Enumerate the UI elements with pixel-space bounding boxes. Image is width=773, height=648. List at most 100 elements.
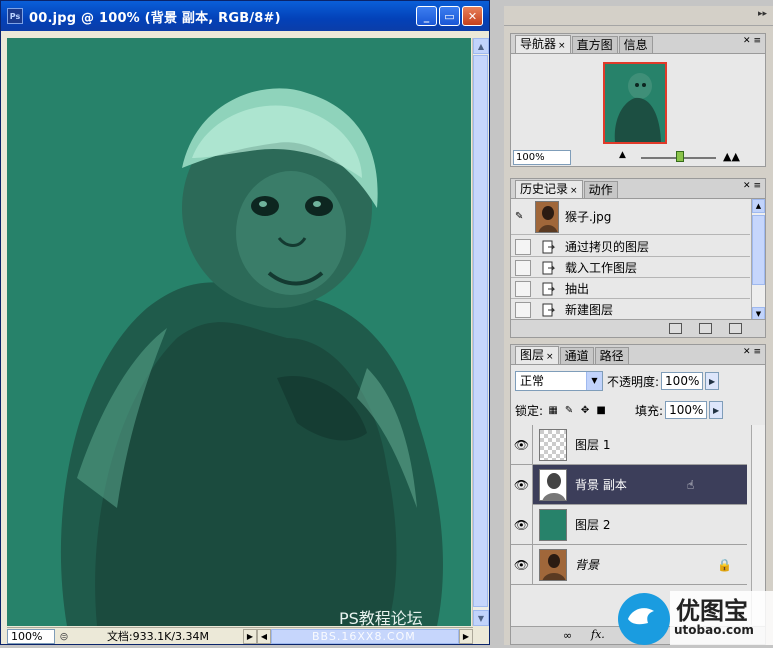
- minimize-button[interactable]: _: [416, 6, 437, 26]
- tab-history[interactable]: 历史记录 ×: [515, 180, 583, 198]
- tab-info[interactable]: 信息: [618, 36, 653, 53]
- snapshot-label: 猴子.jpg: [565, 210, 612, 224]
- document-title: 00.jpg @ 100% (背景 副本, RGB/8#): [29, 10, 281, 26]
- tab-navigator[interactable]: 导航器 ×: [515, 35, 571, 53]
- fill-field[interactable]: 100%: [665, 401, 708, 419]
- history-step[interactable]: 通过拷贝的图层: [511, 237, 750, 257]
- image-canvas[interactable]: [7, 38, 471, 626]
- layer-name: 背景: [575, 558, 600, 572]
- utobao-logo: 优图宝 utobao.com: [618, 583, 773, 645]
- layer-row-selected[interactable]: 👁 背景 副本 ☝: [511, 464, 747, 505]
- logo-name: 优图宝: [676, 597, 748, 625]
- document-size-info: 文档:933.1K/3.34M: [106, 630, 210, 643]
- tab-channels[interactable]: 通道: [559, 347, 594, 364]
- lock-transparency-icon[interactable]: ▦: [547, 404, 559, 416]
- panel-menu-icon[interactable]: ✕ ≡: [743, 347, 761, 357]
- eye-icon[interactable]: 👁: [511, 544, 533, 585]
- scroll-watermark: BBS.16XX8.COM: [312, 629, 416, 643]
- history-source-checkbox[interactable]: [515, 238, 531, 255]
- panel-dock: ▸▸ 导航器 × 直方图 信息 ✕ ≡ 100% ▲ ▲▲ 历史记录 × 动作 ✕ …: [504, 6, 773, 645]
- history-brush-icon: ✎: [515, 211, 524, 222]
- eye-icon[interactable]: 👁: [511, 464, 533, 505]
- history-panel: 历史记录× 动作 ✕ ≡ ✎ 猴子.jpg 通过拷贝的图层 载入工作图层 抽出: [510, 178, 766, 338]
- panel-menu-icon[interactable]: ✕ ≡: [743, 181, 761, 191]
- zoom-slider-knob[interactable]: [676, 151, 684, 162]
- layer-name: 图层 2: [575, 518, 611, 532]
- history-step-label: 抽出: [565, 282, 590, 296]
- layer-thumbnail: [539, 428, 567, 461]
- zoom-in-icon[interactable]: ▲▲: [723, 150, 740, 163]
- history-footer: [511, 319, 765, 337]
- link-layers-icon[interactable]: ∞: [563, 629, 572, 642]
- scroll-right-arrow-icon[interactable]: ▶: [459, 628, 473, 644]
- lock-icon: 🔒: [717, 557, 732, 572]
- navigator-zoom-field[interactable]: 100%: [513, 150, 571, 165]
- hand-cursor-icon: ☝: [686, 477, 695, 492]
- zoom-out-icon[interactable]: ▲: [619, 150, 626, 160]
- document-window: Ps 00.jpg @ 100% (背景 副本, RGB/8#) _ ▭ ✕ ▲…: [0, 0, 490, 645]
- layer-name: 图层 1: [575, 438, 611, 452]
- eye-icon[interactable]: 👁: [511, 424, 533, 465]
- layer-thumbnail: [539, 508, 567, 541]
- opacity-label: 不透明度:: [607, 374, 660, 389]
- history-step[interactable]: 新建图层: [511, 300, 750, 320]
- collapse-dock-icon[interactable]: ▸▸: [758, 9, 767, 19]
- new-document-from-state-icon[interactable]: [669, 323, 682, 334]
- history-step-label: 通过拷贝的图层: [565, 240, 650, 254]
- layer-style-icon[interactable]: fx.: [591, 628, 605, 641]
- scroll-up-arrow-icon[interactable]: ▲: [473, 38, 489, 54]
- opacity-field[interactable]: 100%: [661, 372, 704, 390]
- blend-mode-select[interactable]: 正常 ▼: [515, 371, 603, 391]
- tab-histogram[interactable]: 直方图: [571, 36, 618, 53]
- lock-position-icon[interactable]: ✥: [579, 404, 591, 416]
- maximize-button[interactable]: ▭: [439, 6, 460, 26]
- scroll-thumb[interactable]: [473, 55, 488, 607]
- panel-menu-icon[interactable]: ✕ ≡: [743, 36, 761, 46]
- history-step[interactable]: 载入工作图层: [511, 258, 750, 278]
- close-button[interactable]: ✕: [462, 6, 483, 26]
- chevron-down-icon[interactable]: ▼: [586, 372, 602, 390]
- scroll-down-arrow-icon[interactable]: ▼: [473, 610, 489, 626]
- history-source-checkbox[interactable]: [515, 259, 531, 276]
- monkey-image: [7, 38, 471, 626]
- layer-thumbnail: [539, 548, 567, 581]
- navigator-thumbnail[interactable]: [603, 62, 667, 144]
- status-menu-arrow-icon[interactable]: ▶: [243, 628, 257, 644]
- history-step-label: 载入工作图层: [565, 261, 638, 275]
- document-info-icon[interactable]: ⊜: [55, 630, 73, 643]
- logo-url: utobao.com: [674, 623, 754, 637]
- lock-all-icon[interactable]: ■: [595, 404, 607, 416]
- blend-mode-value: 正常: [520, 374, 545, 388]
- close-tab-icon[interactable]: ×: [558, 41, 566, 51]
- layer-row[interactable]: 👁 图层 1: [511, 424, 747, 465]
- opacity-slider-arrow-icon[interactable]: ▶: [705, 372, 720, 390]
- tab-layers[interactable]: 图层 ×: [515, 346, 559, 364]
- fill-slider-arrow-icon[interactable]: ▶: [709, 401, 724, 419]
- close-tab-icon[interactable]: ×: [570, 186, 578, 196]
- history-snapshot[interactable]: ✎ 猴子.jpg: [511, 199, 750, 235]
- history-source-checkbox[interactable]: [515, 301, 531, 318]
- document-titlebar[interactable]: Ps 00.jpg @ 100% (背景 副本, RGB/8#) _ ▭ ✕: [1, 1, 489, 31]
- status-bar: 100% ⊜ 文档:933.1K/3.34M ▶ ◀ BBS.16XX8.COM…: [7, 627, 473, 644]
- close-tab-icon[interactable]: ×: [546, 352, 554, 362]
- tab-actions[interactable]: 动作: [583, 181, 618, 198]
- history-scrollbar[interactable]: ▲ ▼: [751, 199, 765, 321]
- history-step[interactable]: 抽出: [511, 279, 750, 299]
- tab-paths[interactable]: 路径: [594, 347, 629, 364]
- horizontal-scrollbar[interactable]: BBS.16XX8.COM: [271, 628, 459, 644]
- delete-state-icon[interactable]: [729, 323, 742, 334]
- scroll-up-arrow-icon[interactable]: ▲: [752, 199, 765, 213]
- history-step-icon: [541, 281, 557, 297]
- layer-row[interactable]: 👁 背景 🔒: [511, 544, 747, 585]
- snapshot-thumbnail: [535, 200, 559, 233]
- history-source-checkbox[interactable]: [515, 280, 531, 297]
- scroll-left-arrow-icon[interactable]: ◀: [257, 628, 271, 644]
- vertical-scrollbar[interactable]: ▲ ▼: [472, 38, 489, 626]
- eye-icon[interactable]: 👁: [511, 504, 533, 545]
- navigator-preview: [605, 64, 665, 142]
- layer-row[interactable]: 👁 图层 2: [511, 504, 747, 545]
- new-snapshot-icon[interactable]: [699, 323, 712, 334]
- scroll-thumb[interactable]: [752, 215, 765, 285]
- lock-image-icon[interactable]: ✎: [563, 404, 575, 416]
- zoom-field[interactable]: 100%: [7, 628, 55, 644]
